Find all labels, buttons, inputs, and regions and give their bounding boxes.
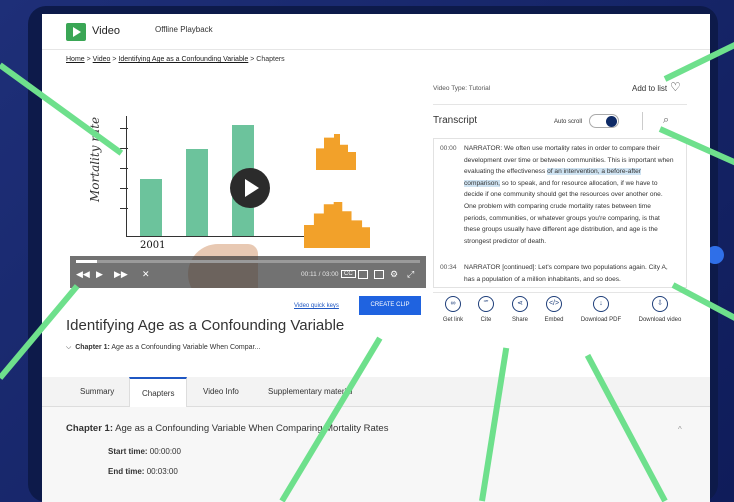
video-player[interactable]: Mortality rate 2001 ◀◀ ▶ ▶▶ ✕ 00:11 / 03… bbox=[70, 94, 426, 288]
popout-icon[interactable] bbox=[358, 270, 368, 279]
chart-axis-x bbox=[126, 236, 306, 237]
tab-chapters[interactable]: Chapters bbox=[129, 377, 188, 408]
tab-supplementary-material[interactable]: Supplementary material bbox=[268, 387, 352, 396]
end-time: End time: 00:03:00 bbox=[108, 467, 178, 476]
download-icon: ↓ bbox=[593, 296, 609, 312]
transcript-box[interactable]: 00:00 NARRATOR: We often use mortality r… bbox=[433, 138, 687, 288]
quote-icon: “” bbox=[478, 296, 494, 312]
start-time: Start time: 00:00:00 bbox=[108, 447, 181, 456]
video-quick-keys-link[interactable]: Video quick keys bbox=[294, 303, 339, 309]
video-type: Video Type: Tutorial bbox=[433, 85, 491, 92]
player-controls: ◀◀ ▶ ▶▶ ✕ 00:11 / 03:00 CC ⚙ ⤢ bbox=[70, 256, 426, 288]
rewind-icon[interactable]: ◀◀ bbox=[76, 269, 90, 280]
city-icon-large bbox=[304, 202, 370, 248]
breadcrumb-home[interactable]: Home bbox=[66, 56, 85, 63]
progress-bar[interactable] bbox=[76, 260, 420, 263]
top-bar: Video Offline Playback bbox=[42, 14, 710, 50]
download-video-button[interactable]: ⇩ Download video bbox=[634, 296, 686, 323]
play-overlay-button[interactable] bbox=[230, 168, 270, 208]
tab-summary[interactable]: Summary bbox=[80, 387, 114, 396]
download-pdf-button[interactable]: ↓ Download PDF bbox=[575, 296, 627, 323]
time-display: 00:11 / 03:00 bbox=[301, 271, 339, 278]
transcript-heading: Transcript bbox=[433, 115, 478, 126]
share-icon: ⋖ bbox=[512, 296, 528, 312]
create-clip-button[interactable]: CREATE CLIP bbox=[359, 296, 421, 315]
auto-scroll-label: Auto scroll bbox=[554, 119, 583, 125]
transcript-timestamp[interactable]: 00:00 bbox=[440, 143, 457, 155]
video-logo-icon[interactable] bbox=[66, 23, 86, 41]
fullscreen-icon[interactable]: ⤢ bbox=[407, 269, 414, 280]
app-title: Video bbox=[92, 25, 120, 37]
chapter-panel: Chapter 1: Age as a Confounding Variable… bbox=[42, 407, 710, 502]
play-icon[interactable]: ▶ bbox=[96, 269, 103, 280]
video-title: Identifying Age as a Confounding Variabl… bbox=[66, 317, 345, 334]
progress-fill bbox=[76, 260, 97, 263]
mute-icon[interactable]: ✕ bbox=[142, 269, 150, 280]
pip-icon[interactable] bbox=[374, 270, 384, 279]
city-icon-small bbox=[316, 134, 356, 170]
link-icon: ∞ bbox=[445, 296, 461, 312]
chevron-down-icon: ⌵ bbox=[66, 344, 76, 351]
app-screen: Video Offline Playback Home > Video > Id… bbox=[42, 14, 710, 502]
fast-forward-icon[interactable]: ▶▶ bbox=[114, 269, 128, 280]
code-icon: </> bbox=[546, 296, 562, 312]
search-icon[interactable]: ⌕ bbox=[663, 114, 669, 127]
chart-bar bbox=[140, 179, 162, 236]
heart-icon[interactable]: ♡ bbox=[670, 80, 681, 94]
chevron-up-icon[interactable]: ^ bbox=[678, 425, 682, 434]
add-to-list-button[interactable]: Add to list bbox=[632, 84, 667, 93]
captions-icon[interactable]: CC bbox=[341, 270, 356, 278]
transcript-timestamp[interactable]: 00:34 bbox=[440, 262, 457, 274]
breadcrumb-current: Chapters bbox=[256, 56, 285, 63]
breadcrumb-item[interactable]: Identifying Age as a Confounding Variabl… bbox=[118, 56, 248, 63]
download-video-icon: ⇩ bbox=[652, 296, 668, 312]
chapter-title[interactable]: Chapter 1: Age as a Confounding Variable… bbox=[66, 423, 388, 434]
tab-video-info[interactable]: Video Info bbox=[203, 387, 239, 396]
gear-icon[interactable]: ⚙ bbox=[390, 269, 398, 280]
offline-playback-link[interactable]: Offline Playback bbox=[155, 25, 213, 34]
breadcrumb: Home > Video > Identifying Age as a Conf… bbox=[66, 56, 285, 63]
chapter-dropdown[interactable]: ⌵ Chapter 1: Age as a Confounding Variab… bbox=[66, 344, 260, 352]
chart-axis-y bbox=[126, 116, 127, 236]
breadcrumb-video[interactable]: Video bbox=[93, 56, 111, 63]
chart-year-label: 2001 bbox=[140, 240, 166, 251]
auto-scroll-toggle[interactable] bbox=[589, 114, 619, 128]
embed-button[interactable]: </> Embed bbox=[528, 296, 580, 323]
chart-bar bbox=[186, 149, 208, 236]
